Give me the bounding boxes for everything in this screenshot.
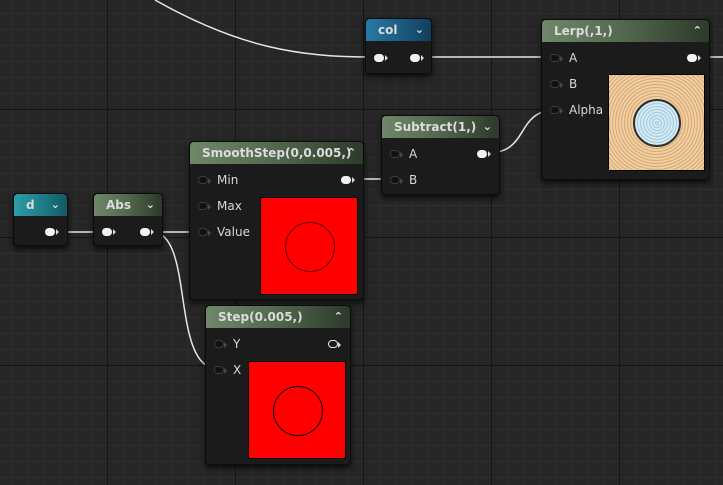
step-preview — [248, 361, 346, 459]
node-abs-title: Abs — [106, 198, 132, 212]
step-pin-x[interactable] — [214, 366, 227, 374]
node-abs[interactable]: Abs ⌄ — [93, 193, 163, 246]
chevron-down-icon[interactable]: ⌄ — [146, 194, 155, 216]
material-graph-editor[interactable]: { "nodes": { "col": { "title": "col" }, … — [0, 0, 723, 485]
smoothstep-label-min: Min — [217, 173, 239, 187]
chevron-down-icon[interactable]: ⌄ — [51, 194, 60, 216]
node-d[interactable]: d ⌄ — [13, 193, 68, 246]
lerp-label-a: A — [569, 51, 578, 65]
lerp-label-b: B — [569, 77, 578, 91]
node-d-header[interactable]: d ⌄ — [14, 194, 67, 216]
node-step-header[interactable]: Step(0.005,) ⌃ — [206, 306, 350, 328]
smoothstep-pin-value[interactable] — [198, 228, 211, 236]
subtract-pin-a[interactable] — [390, 150, 403, 158]
chevron-up-icon[interactable]: ⌃ — [334, 306, 343, 328]
node-col-title: col — [378, 23, 398, 37]
subtract-output-pin[interactable] — [477, 150, 491, 158]
smoothstep-pin-max[interactable] — [198, 202, 211, 210]
node-smoothstep[interactable]: SmoothStep(0,0.005,) ⌃ Min Max Value — [189, 141, 364, 300]
node-step-title: Step(0.005,) — [218, 310, 303, 324]
lerp-preview-circle — [633, 99, 681, 147]
step-label-y: Y — [233, 337, 241, 351]
subtract-pin-b[interactable] — [390, 176, 403, 184]
node-subtract-title: Subtract(1,) — [394, 120, 477, 134]
node-lerp-header[interactable]: Lerp(,1,) ⌃ — [542, 20, 709, 42]
node-smoothstep-title: SmoothStep(0,0.005,) — [202, 146, 352, 160]
col-input-pin[interactable] — [374, 54, 388, 62]
node-smoothstep-header[interactable]: SmoothStep(0,0.005,) ⌃ — [190, 142, 363, 164]
node-abs-header[interactable]: Abs ⌄ — [94, 194, 162, 216]
abs-output-pin[interactable] — [140, 228, 154, 236]
node-lerp[interactable]: Lerp(,1,) ⌃ A B Alpha — [541, 19, 710, 180]
chevron-down-icon[interactable]: ⌄ — [415, 19, 424, 41]
node-d-title: d — [26, 198, 35, 212]
wire-from-offscreen-to-col — [154, 0, 373, 58]
smoothstep-preview-circle — [285, 222, 335, 272]
subtract-label-b: B — [409, 173, 418, 187]
step-preview-circle — [273, 386, 323, 436]
d-output-pin[interactable] — [45, 228, 59, 236]
node-subtract-header[interactable]: Subtract(1,) ⌄ — [382, 116, 499, 138]
node-step[interactable]: Step(0.005,) ⌃ Y X — [205, 305, 351, 465]
node-col[interactable]: col ⌄ — [365, 18, 432, 74]
smoothstep-pin-min[interactable] — [198, 176, 211, 184]
smoothstep-label-value: Value — [217, 225, 250, 239]
lerp-output-pin[interactable] — [687, 54, 701, 62]
chevron-up-icon[interactable]: ⌃ — [693, 20, 702, 42]
lerp-pin-a[interactable] — [550, 54, 563, 62]
lerp-preview — [608, 74, 705, 171]
chevron-down-icon[interactable]: ⌄ — [483, 116, 492, 138]
step-label-x: X — [233, 363, 242, 377]
node-col-header[interactable]: col ⌄ — [366, 19, 431, 41]
node-lerp-title: Lerp(,1,) — [554, 24, 613, 38]
lerp-pin-alpha[interactable] — [550, 106, 563, 114]
abs-input-pin[interactable] — [102, 228, 116, 236]
col-output-pin[interactable] — [410, 54, 424, 62]
smoothstep-preview — [260, 197, 358, 295]
subtract-label-a: A — [409, 147, 418, 161]
chevron-up-icon[interactable]: ⌃ — [347, 142, 356, 164]
lerp-label-alpha: Alpha — [569, 103, 604, 117]
smoothstep-output-pin[interactable] — [341, 176, 355, 184]
step-output-pin[interactable] — [328, 340, 341, 348]
smoothstep-label-max: Max — [217, 199, 242, 213]
lerp-pin-b[interactable] — [550, 80, 563, 88]
step-pin-y[interactable] — [214, 340, 227, 348]
node-subtract[interactable]: Subtract(1,) ⌄ A B — [381, 115, 500, 195]
